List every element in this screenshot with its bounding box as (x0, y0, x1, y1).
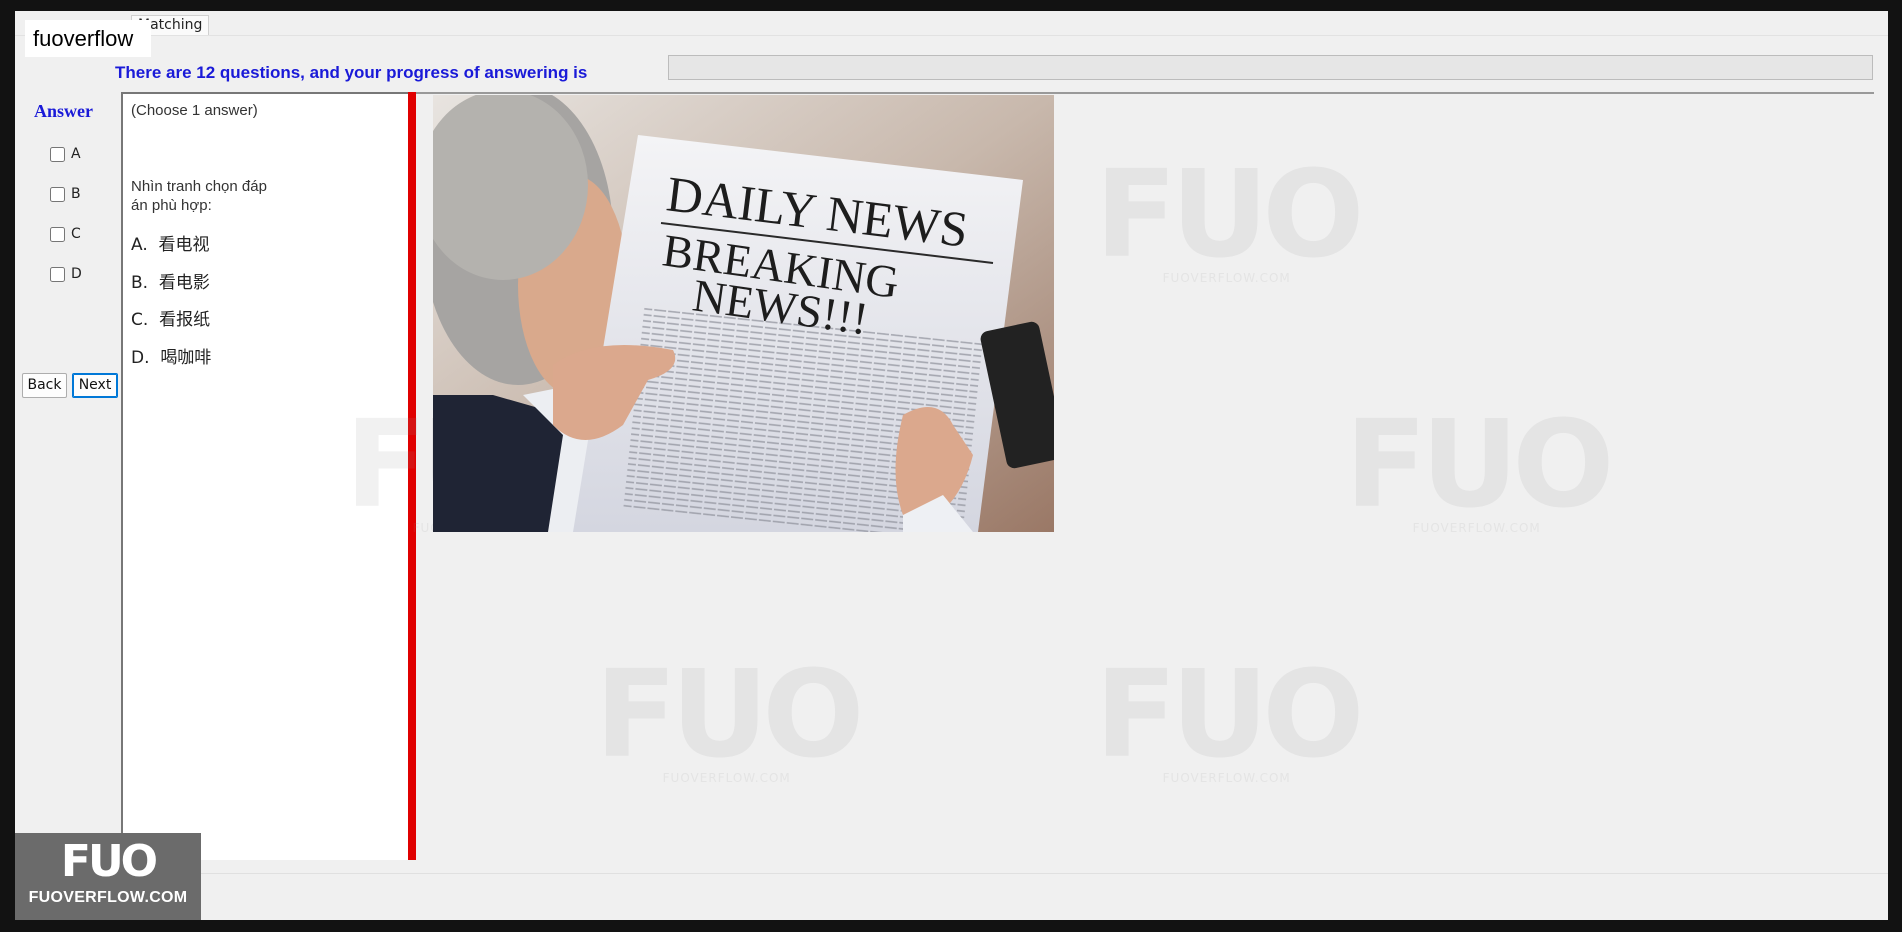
choice-text: 看报纸 (159, 310, 211, 330)
choice-letter: A. (131, 235, 148, 255)
question-choice-c: C. 看报纸 (131, 305, 210, 330)
answer-option-c[interactable]: C (50, 225, 81, 243)
choice-letter: B. (131, 273, 149, 293)
question-choice-d: D. 喝咖啡 (131, 343, 211, 368)
answer-option-a[interactable]: A (50, 145, 81, 163)
choice-text: 喝咖啡 (160, 348, 212, 368)
splitter-divider[interactable] (408, 92, 416, 860)
app-window: Matching There are 12 questions, and you… (15, 11, 1888, 920)
answer-option-b[interactable]: B (50, 185, 81, 203)
question-panel: (Choose 1 answer) Nhìn tranh chọn đáp án… (121, 92, 408, 860)
choice-letter: C. (131, 310, 149, 330)
progress-bar (668, 55, 1873, 80)
choice-text: 看电视 (158, 235, 210, 255)
question-prompt: Nhìn tranh chọn đáp án phù hợp: (131, 178, 267, 214)
next-button[interactable]: Next (72, 373, 118, 398)
answer-title: Answer (34, 101, 93, 121)
answer-checkbox-a[interactable] (50, 146, 65, 162)
logo-mark: FUO (60, 836, 158, 887)
choice-text: 看电影 (158, 273, 210, 293)
question-choice-b: B. 看电影 (131, 268, 210, 293)
answer-checkbox-c[interactable] (50, 226, 65, 242)
status-strip (15, 873, 1888, 920)
answer-option-d[interactable]: D (50, 265, 82, 283)
brand-label: fuoverflow (25, 20, 151, 57)
choice-letter: D. (131, 348, 150, 368)
question-instruction: (Choose 1 answer) (131, 102, 258, 119)
answer-option-label: D (71, 266, 82, 282)
question-choice-a: A. 看电视 (131, 230, 210, 255)
logo-site: FUOVERFLOW.COM (28, 889, 188, 906)
back-button[interactable]: Back (22, 373, 67, 398)
progress-label: There are 12 questions, and your progres… (115, 63, 588, 82)
tab-strip: Matching (15, 11, 1888, 36)
answer-checkbox-d[interactable] (50, 266, 65, 282)
answer-checkbox-b[interactable] (50, 186, 65, 202)
answer-option-label: B (71, 186, 81, 202)
answer-option-label: A (71, 146, 81, 162)
fuoverflow-logo: FUO FUOVERFLOW.COM (15, 833, 201, 920)
answer-option-label: C (71, 226, 81, 242)
question-image: DAILY NEWS BREAKING NEWS!!! (433, 95, 1054, 532)
